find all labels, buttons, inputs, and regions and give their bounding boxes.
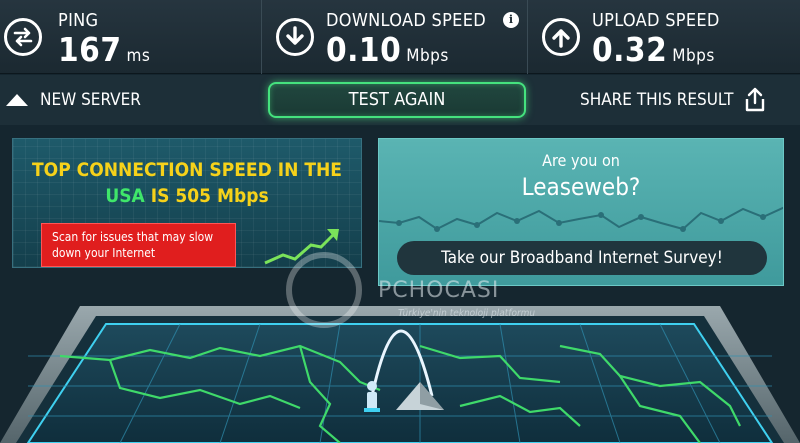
ping-metric: PING 167 ms [0,0,262,74]
triangle-up-icon [6,94,28,106]
ping-number: 167 [58,30,122,69]
power-logo-icon [286,252,362,328]
download-number: 0.10 [326,30,402,69]
share-result-button[interactable]: SHARE THIS RESULT [580,86,767,114]
download-label: DOWNLOAD SPEED [326,10,487,31]
action-bar: NEW SERVER TEST AGAIN SHARE THIS RESULT [0,75,800,125]
share-label: SHARE THIS RESULT [580,90,734,110]
download-arrow-icon [276,18,314,56]
upload-number: 0.32 [592,30,668,69]
results-header: PING 167 ms DOWNLOAD SPEED i 0.10 Mbps UPL… [0,0,800,74]
scan-issues-button[interactable]: Scan for issues that may slow down your … [41,223,236,267]
upload-label: UPLOAD SPEED [592,10,720,31]
new-server-button[interactable]: NEW SERVER [6,88,141,112]
survey-question: Are you on [542,151,620,170]
upload-value: 0.32 Mbps [592,30,715,69]
site-watermark: PCHOCASI Türkiye'nin teknoloji platformu [238,242,598,332]
info-icon[interactable]: i [503,12,519,28]
upload-unit: Mbps [672,46,715,66]
ping-label: PING [58,10,99,31]
ping-value: 167 ms [58,30,150,69]
share-icon [746,87,765,112]
exchange-arrows-icon [4,18,42,56]
watermark-tagline: Türkiye'nin teknoloji platformu [398,308,536,319]
isp-name: Leaseweb? [521,173,641,201]
download-unit: Mbps [406,46,449,66]
download-metric: DOWNLOAD SPEED i 0.10 Mbps [262,0,528,74]
download-value: 0.10 Mbps [326,30,449,69]
new-server-label: NEW SERVER [40,90,141,110]
watermark-name: PCHOCASI [378,278,500,303]
headline-rest: IS 505 Mbps [150,185,269,207]
country-name: USA [105,185,145,207]
ping-unit: ms [126,46,151,66]
headline-line-1: TOP CONNECTION SPEED IN THE [32,159,342,181]
test-again-button[interactable]: TEST AGAIN [268,82,526,118]
upload-arrow-icon [542,18,580,56]
upload-metric: UPLOAD SPEED 0.32 Mbps [528,0,800,74]
headline-line-2: USA IS 505 Mbps [13,183,361,209]
top-speed-headline: TOP CONNECTION SPEED IN THE USA IS 505 M… [13,157,361,209]
